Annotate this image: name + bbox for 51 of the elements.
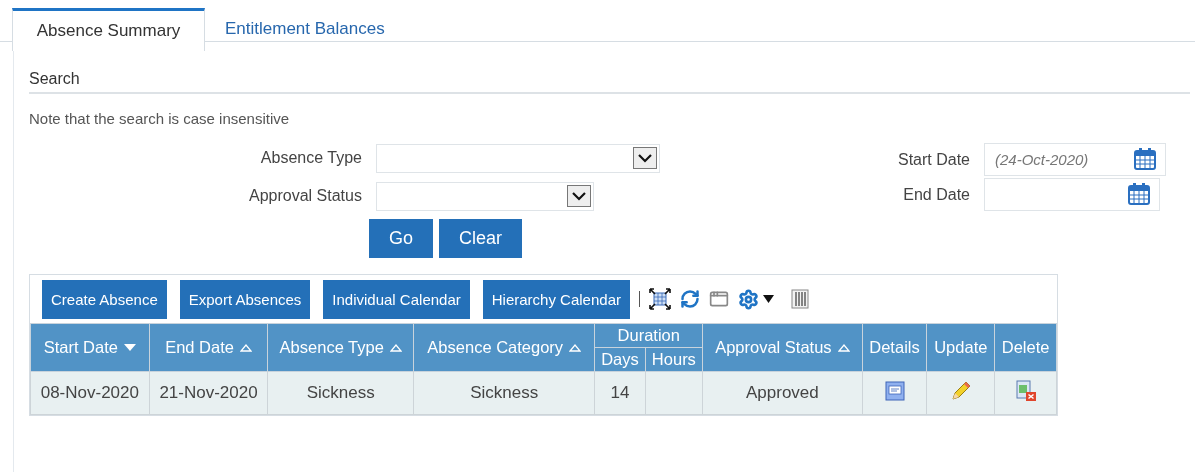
table-cell: 21-Nov-2020 [149, 371, 268, 415]
column-header[interactable]: Start Date [30, 323, 150, 372]
sort-ascending-icon[interactable] [837, 343, 850, 352]
tab[interactable]: Entitlement Balances [205, 8, 405, 50]
chevron-down-icon [571, 191, 586, 201]
calendar-icon[interactable] [1128, 183, 1150, 205]
chevron-down-icon [637, 153, 652, 163]
column-header: Delete [994, 323, 1057, 372]
tab[interactable]: Absence Summary [12, 8, 205, 51]
column-header[interactable]: Absence Category [413, 323, 595, 372]
table-cell: Sickness [413, 371, 595, 415]
column-header: Update [926, 323, 995, 372]
sort-descending-icon[interactable] [124, 343, 136, 352]
settings-icon[interactable] [738, 288, 759, 310]
toolbar-button[interactable]: Export Absences [179, 279, 311, 319]
sort-ascending-icon[interactable] [389, 343, 402, 352]
search-note: Note that the search is case insensitive [29, 110, 291, 127]
toolbar-button[interactable]: Hierarchy Calendar [482, 279, 630, 319]
go-button[interactable]: Go [369, 219, 433, 258]
toolbar-button[interactable]: Individual Calendar [323, 279, 470, 319]
field-label: Approval Status [249, 187, 362, 205]
dropdown-field[interactable] [375, 143, 660, 173]
window-icon[interactable] [709, 289, 729, 309]
field-label: Start Date [897, 150, 970, 169]
table-cell: Sickness [267, 371, 414, 415]
table-cell: 08-Nov-2020 [30, 371, 150, 415]
column-header: Details [862, 323, 927, 372]
sort-ascending-icon[interactable] [569, 343, 582, 352]
toolbar-button[interactable]: Create Absence [42, 279, 167, 319]
date-field[interactable]: (24-Oct-2020) [984, 143, 1166, 176]
field-label: End Date [902, 185, 970, 204]
delete-icon[interactable] [1014, 379, 1037, 402]
table-cell: 14 [594, 371, 646, 415]
table-cell: Approved [702, 371, 863, 415]
columns-icon[interactable] [791, 289, 809, 309]
dropdown-field[interactable] [375, 181, 594, 211]
date-field[interactable] [984, 178, 1160, 211]
fit-to-screen-icon[interactable] [649, 288, 671, 310]
caret-down-icon[interactable] [763, 295, 774, 303]
column-header[interactable]: Approval Status [702, 323, 863, 372]
section-title: Search [29, 70, 1190, 94]
details-icon[interactable] [884, 380, 905, 401]
column-header[interactable]: End Date [149, 323, 268, 372]
refresh-icon[interactable] [680, 289, 700, 309]
pencil-icon[interactable] [949, 379, 972, 402]
sort-ascending-icon[interactable] [239, 343, 252, 352]
clear-button[interactable]: Clear [439, 219, 523, 258]
column-header[interactable]: Absence Type [267, 323, 414, 372]
column-group-header: Duration [594, 323, 703, 348]
field-label: Absence Type [259, 149, 362, 167]
calendar-icon[interactable] [1134, 148, 1156, 170]
